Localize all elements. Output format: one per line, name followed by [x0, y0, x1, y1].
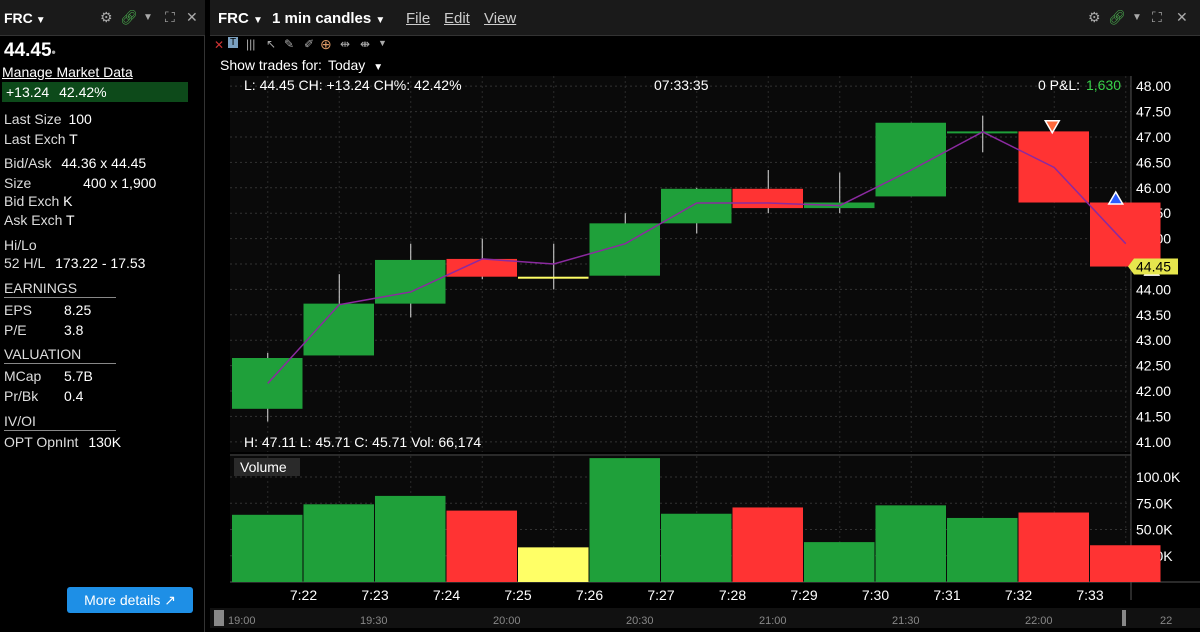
- volume-tick-label: 75.0K: [1136, 495, 1173, 511]
- pnl-label: 0 P&L:: [1038, 77, 1080, 93]
- manage-market-data-link[interactable]: Manage Market Data: [2, 64, 133, 80]
- time-tick-label: 7:27: [647, 587, 674, 603]
- hl52-row: 52 H/L 173.22 - 17.53: [4, 255, 146, 271]
- navigator-right-handle[interactable]: [1122, 610, 1126, 626]
- navigator-label: 19:00: [228, 615, 256, 627]
- change-pct: 42.42%: [59, 84, 107, 100]
- candle-body: [589, 223, 660, 276]
- time-tick-label: 7:30: [862, 587, 889, 603]
- chart-time: 07:33:35: [654, 77, 709, 93]
- time-tick-label: 7:33: [1076, 587, 1103, 603]
- chart-info-bottom: H: 47.11 L: 45.71 C: 45.71 Vol: 66,174: [244, 434, 481, 450]
- time-tick-label: 7:26: [576, 587, 603, 603]
- close-icon[interactable]: ✕: [186, 9, 198, 26]
- time-tick-label: 7:24: [433, 587, 460, 603]
- volume-bar: [232, 514, 303, 582]
- more-details-button[interactable]: More details ↗: [67, 587, 193, 613]
- candle-body: [875, 122, 946, 197]
- price-tick-label: 46.50: [1136, 154, 1171, 170]
- valuation-header: VALUATION: [4, 346, 116, 364]
- chart-info-top: L: 44.45 CH: +13.24 CH%: 42.42%: [244, 77, 462, 93]
- navigator-left-handle[interactable]: [214, 610, 224, 626]
- volume-bar: [446, 510, 517, 582]
- price-tick-label: 41.00: [1136, 434, 1171, 450]
- volume-tick-label: 50.0K: [1136, 522, 1173, 538]
- price-tick-label: 46.00: [1136, 180, 1171, 196]
- navigator-label: 22: [1160, 615, 1172, 627]
- navigator-label: 22:00: [1025, 615, 1053, 627]
- volume-bar: [661, 513, 732, 582]
- quote-panel: FRC ▼ ⚙ 🔗︎ ▼ ⛶ ✕ 44.45• Manage Market Dat…: [0, 0, 205, 632]
- candle-body: [518, 276, 589, 279]
- opt-row: OPT OpnInt 130K: [4, 434, 122, 450]
- volume-bar: [589, 458, 660, 582]
- candle-body: [446, 258, 517, 277]
- volume-bar: [375, 495, 446, 582]
- time-tick-label: 7:32: [1005, 587, 1032, 603]
- last-exch-row: Last Exch T: [4, 131, 78, 147]
- volume-bar: [875, 505, 946, 582]
- last-size-row: Last Size 100: [4, 111, 92, 127]
- change-bar: +13.24 42.42%: [2, 82, 188, 102]
- quote-panel-header: FRC ▼ ⚙ 🔗︎ ▼ ⛶ ✕: [0, 0, 205, 36]
- price-tick-label: 43.00: [1136, 332, 1171, 348]
- volume-bar: [518, 547, 589, 582]
- hilo-row: Hi/Lo: [4, 237, 37, 253]
- price-tick-label: 41.50: [1136, 408, 1171, 424]
- navigator-label: 21:00: [759, 615, 787, 627]
- price-tick-label: 48.00: [1136, 78, 1171, 94]
- price-tick-label: 44.00: [1136, 281, 1171, 297]
- price-tick-label: 47.50: [1136, 104, 1171, 120]
- candle-body: [303, 303, 374, 356]
- chart-canvas[interactable]: 48.0047.5047.0046.5046.0045.5045.0044.50…: [210, 0, 1200, 632]
- volume-bar: [947, 517, 1018, 582]
- time-tick-label: 7:25: [504, 587, 531, 603]
- volume-bar: [1090, 545, 1161, 582]
- volume-label: Volume: [240, 459, 287, 475]
- bid-ask-row: Bid/Ask 44.36 x 44.45: [4, 155, 147, 171]
- time-tick-label: 7:28: [719, 587, 746, 603]
- chart-window: FRC ▼ 1 min candles ▼ File Edit View ⚙ 🔗…: [210, 0, 1200, 632]
- volume-bar: [303, 504, 374, 582]
- maximize-icon[interactable]: ⛶: [165, 9, 175, 26]
- last-price: 44.45•: [4, 40, 56, 61]
- price-tick-label: 42.00: [1136, 383, 1171, 399]
- ivoi-header: IV/OI: [4, 413, 116, 431]
- volume-bar: [1018, 512, 1089, 582]
- price-tick-label: 47.00: [1136, 129, 1171, 145]
- symbol-selector[interactable]: FRC ▼: [4, 10, 46, 26]
- pe-row: P/E 3.8: [4, 322, 84, 338]
- price-tick-label: 43.50: [1136, 307, 1171, 323]
- last-price-tag-label: 44.45: [1136, 259, 1171, 275]
- volume-bar: [732, 507, 803, 582]
- mcap-row: MCap 5.7B: [4, 368, 93, 384]
- bid-exch-row: Bid Exch K: [4, 193, 73, 209]
- eps-row: EPS 8.25: [4, 302, 92, 318]
- time-tick-label: 7:29: [790, 587, 817, 603]
- time-tick-label: 7:22: [290, 587, 317, 603]
- prbk-row: Pr/Bk 0.4: [4, 388, 84, 404]
- earnings-header: EARNINGS: [4, 280, 116, 298]
- candle-body: [732, 188, 803, 209]
- size-row: Size 400 x 1,900: [4, 175, 157, 191]
- ask-exch-row: Ask Exch T: [4, 212, 75, 228]
- time-tick-label: 7:23: [361, 587, 388, 603]
- chevron-down-icon[interactable]: ▼: [143, 12, 153, 23]
- navigator-label: 21:30: [892, 615, 920, 627]
- change-value: +13.24: [6, 84, 50, 100]
- navigator-label: 20:00: [493, 615, 521, 627]
- navigator-label: 20:30: [626, 615, 654, 627]
- volume-bar: [804, 542, 875, 582]
- gear-icon[interactable]: ⚙: [100, 9, 113, 26]
- candle-body: [232, 358, 303, 409]
- pnl-value: 1,630: [1086, 77, 1121, 93]
- candle-body: [1090, 202, 1161, 267]
- price-tick-label: 42.50: [1136, 358, 1171, 374]
- navigator-label: 19:30: [360, 615, 388, 627]
- volume-tick-label: 100.0K: [1136, 469, 1181, 485]
- time-tick-label: 7:31: [933, 587, 960, 603]
- link-icon[interactable]: 🔗︎: [120, 9, 138, 26]
